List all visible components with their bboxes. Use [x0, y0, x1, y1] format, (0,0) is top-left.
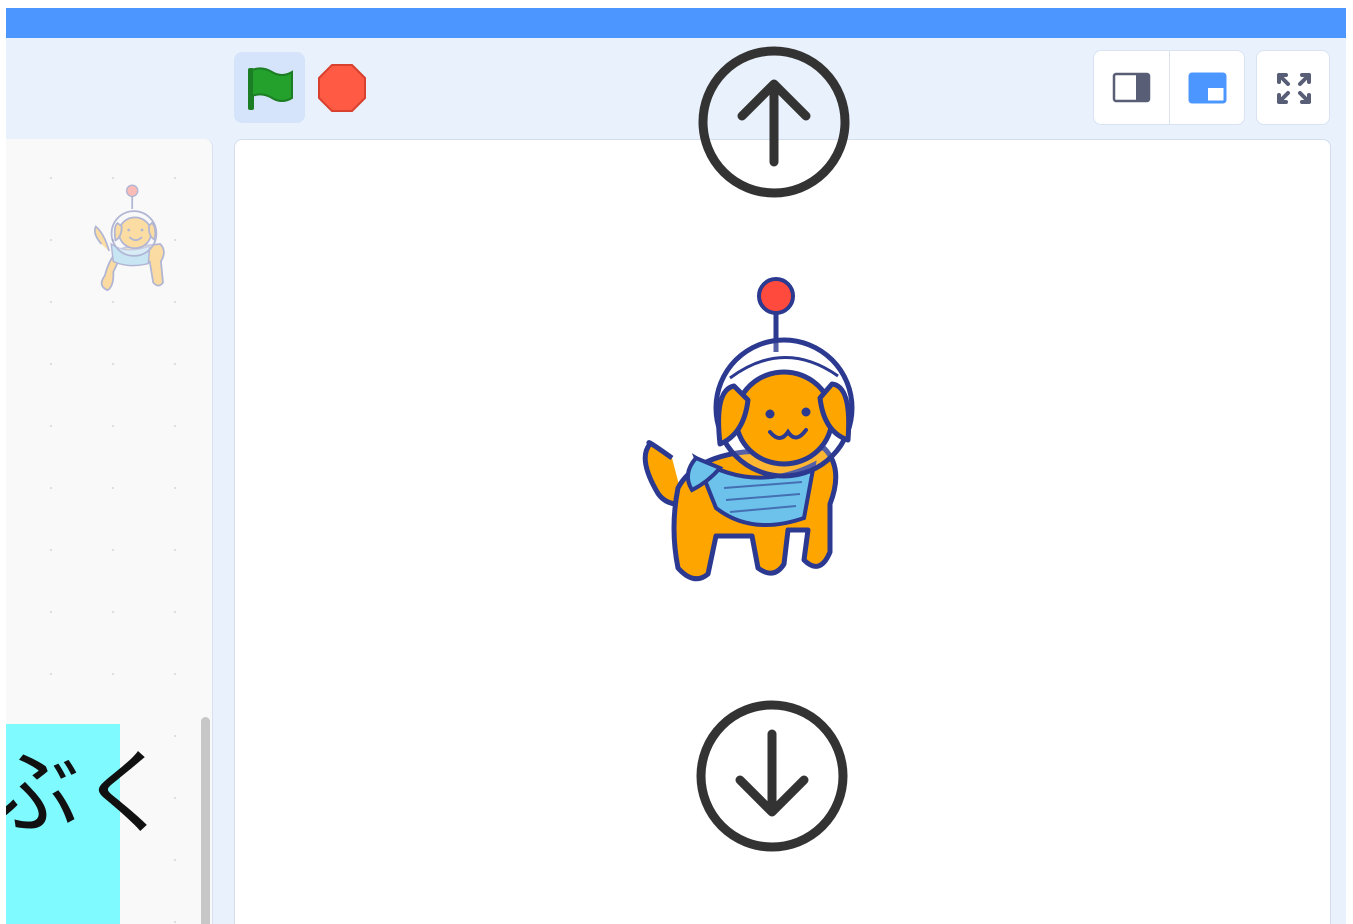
normal-stage-button[interactable]	[1170, 51, 1244, 124]
menu-bar	[6, 8, 1346, 38]
fullscreen-icon	[1277, 73, 1311, 104]
stage-size-toggle	[1093, 50, 1245, 125]
green-flag-icon	[248, 67, 293, 110]
sprite-thumbnail-watermark	[93, 184, 165, 292]
space-dog-sprite[interactable]	[634, 268, 890, 588]
top-gap	[6, 0, 1346, 8]
up-arrow-circle-icon[interactable]	[696, 44, 852, 200]
down-arrow-circle-icon[interactable]	[694, 698, 850, 854]
small-stage-icon	[1112, 72, 1151, 103]
vertical-scrollbar[interactable]	[201, 717, 210, 924]
normal-stage-icon	[1188, 72, 1227, 104]
right-edge	[1346, 0, 1353, 924]
stop-sign-icon[interactable]	[317, 63, 367, 113]
code-area[interactable]: ぶく	[6, 139, 213, 924]
text-card: ぶく	[6, 724, 172, 924]
green-flag-button[interactable]	[234, 52, 305, 123]
fullscreen-button[interactable]	[1256, 50, 1330, 125]
card-text: ぶく	[6, 740, 173, 847]
scratch-editor-window: ぶく	[0, 0, 1353, 924]
small-stage-button[interactable]	[1094, 51, 1170, 124]
